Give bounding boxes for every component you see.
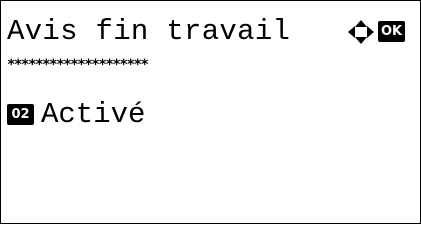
list-item[interactable]: 02 Activé — [7, 98, 415, 132]
separator-line: ******************** — [7, 58, 149, 72]
four-way-arrow-icon — [348, 20, 374, 44]
lcd-panel: Avis fin travail OK ********************… — [0, 0, 421, 224]
screen-title: Avis fin travail — [7, 15, 291, 48]
ok-key-icon[interactable]: OK — [378, 21, 405, 42]
title-row: Avis fin travail OK — [7, 15, 415, 49]
option-label: Activé — [41, 98, 146, 131]
option-number-badge: 02 — [7, 104, 34, 125]
